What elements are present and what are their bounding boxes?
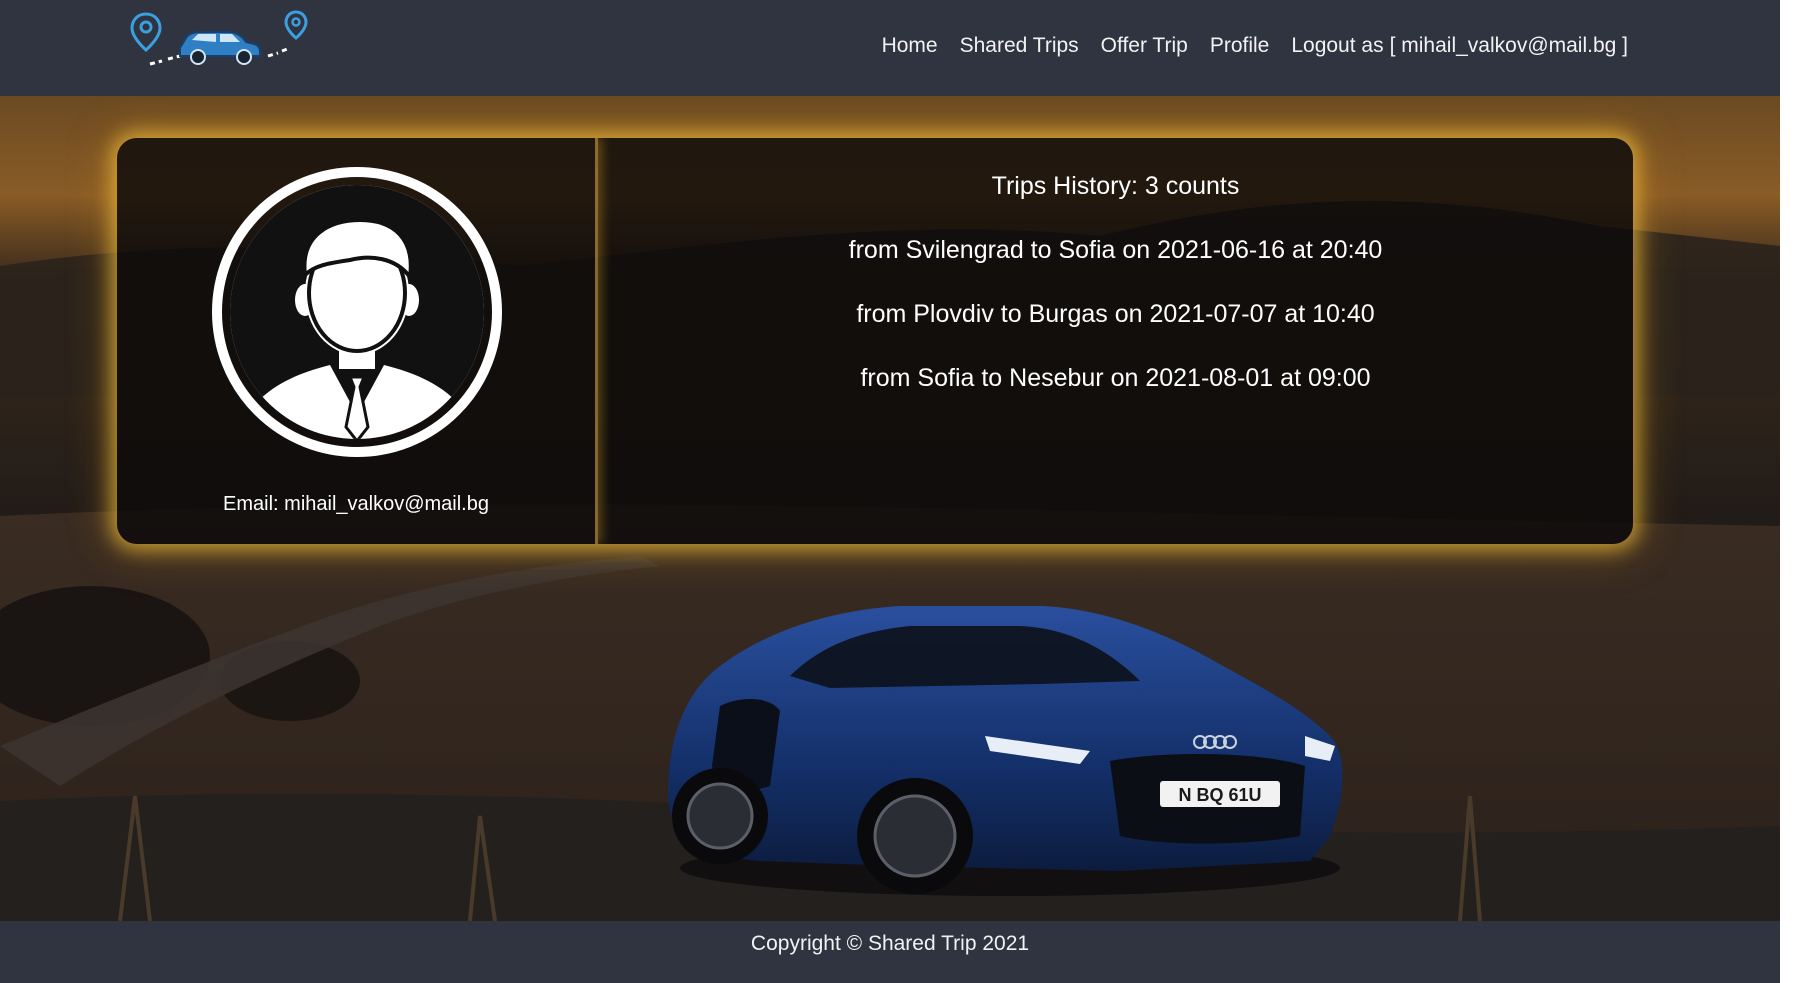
profile-info-panel: Email: mihail_valkov@mail.bg [117, 138, 598, 544]
profile-email: Email: mihail_valkov@mail.bg [117, 493, 595, 516]
site-footer: Copyright © Shared Trip 2021 [0, 921, 1780, 983]
map-pin-icon [284, 10, 308, 40]
logout-label: Logout as [1291, 34, 1384, 57]
logout-user: [ mihail_valkov@mail.bg ] [1389, 34, 1628, 57]
nav-home-link[interactable]: Home [882, 34, 938, 58]
svg-text:N BQ 61U: N BQ 61U [1178, 785, 1261, 805]
site-header: Home Shared Trips Offer Trip Profile Log… [0, 0, 1780, 96]
trip-history-item[interactable]: from Sofia to Nesebur on 2021-08-01 at 0… [598, 364, 1633, 393]
trips-history-label: Trips History: [991, 172, 1138, 200]
email-label: Email: [223, 493, 279, 515]
hero-background: N BQ 61U Email: mihail_valkov@mail.bg Tr… [0, 96, 1780, 921]
profile-card: Email: mihail_valkov@mail.bg Trips Histo… [117, 138, 1633, 544]
trip-history-item[interactable]: from Svilengrad to Sofia on 2021-06-16 a… [598, 236, 1633, 265]
trips-history-panel: Trips History: 3 counts from Svilengrad … [598, 138, 1633, 544]
trips-history-count: 3 counts [1144, 172, 1240, 200]
nav-shared-trips-link[interactable]: Shared Trips [960, 34, 1079, 58]
map-pin-icon [130, 12, 162, 52]
main-nav: Home Shared Trips Offer Trip Profile Log… [882, 34, 1628, 58]
copyright-text: Copyright © Shared Trip 2021 [750, 932, 1030, 955]
shared-trip-logo[interactable] [128, 10, 313, 74]
email-value: mihail_valkov@mail.bg [284, 493, 489, 515]
nav-logout-link[interactable]: Logout as [ mihail_valkov@mail.bg ] [1291, 34, 1628, 58]
car-icon [179, 31, 261, 65]
page-frame: Home Shared Trips Offer Trip Profile Log… [0, 0, 1780, 983]
nav-profile-link[interactable]: Profile [1210, 34, 1270, 58]
trips-history-title: Trips History: 3 counts [598, 172, 1633, 201]
nav-offer-trip-link[interactable]: Offer Trip [1101, 34, 1188, 58]
trip-history-item[interactable]: from Plovdiv to Burgas on 2021-07-07 at … [598, 300, 1633, 329]
user-avatar-icon [212, 167, 502, 457]
